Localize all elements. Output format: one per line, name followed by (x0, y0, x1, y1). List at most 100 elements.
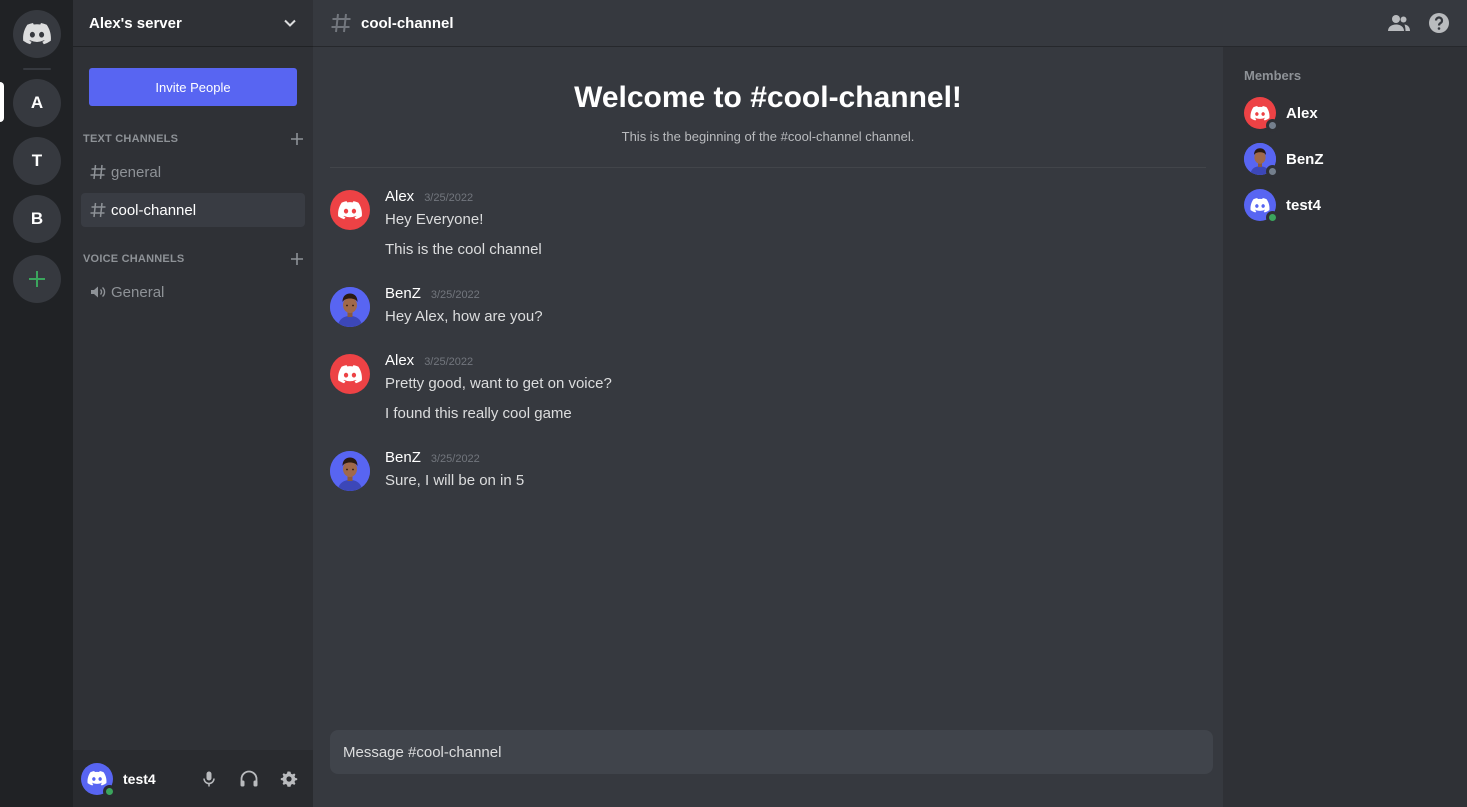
channel-name: cool-channel (111, 201, 197, 219)
channel-title: cool-channel (361, 14, 454, 32)
channel-item-cool-channel[interactable]: cool-channel (81, 193, 305, 227)
channel-name: general (111, 163, 162, 181)
invite-people-button[interactable]: Invite People (89, 68, 297, 106)
channel-header: cool-channel (313, 0, 1467, 47)
avatar (1244, 143, 1279, 178)
message-input[interactable] (343, 743, 1200, 761)
member-list: Members Alex BenZ test4 (1223, 47, 1467, 807)
server-name: Alex's server (89, 14, 182, 32)
server-initial: A (30, 93, 44, 112)
add-voice-channel-button[interactable] (289, 251, 305, 267)
microphone-icon (203, 771, 215, 786)
message-area[interactable]: Welcome to #cool-channel! This is the be… (313, 47, 1223, 807)
help-button[interactable] (1427, 11, 1451, 35)
message-timestamp: 3/25/2022 (424, 356, 474, 368)
rail-separator (23, 68, 51, 70)
avatar[interactable] (330, 354, 370, 394)
member-name: Alex (1286, 104, 1318, 122)
member-list-title: Members (1244, 68, 1302, 83)
message-author[interactable]: BenZ (385, 449, 421, 466)
discord-logo-icon (23, 23, 51, 45)
member-name: test4 (1286, 196, 1322, 214)
hashtag-icon (89, 201, 107, 219)
server-a-button[interactable]: A (13, 79, 61, 127)
message-author[interactable]: Alex (385, 188, 414, 205)
message-text: I found this really cool game (385, 405, 572, 422)
user-settings-button[interactable] (273, 763, 305, 795)
message-text: Sure, I will be on in 5 (385, 472, 525, 489)
online-status-dot (103, 784, 116, 798)
message-composer (330, 730, 1213, 774)
message-author[interactable]: BenZ (385, 285, 421, 302)
main-area: cool-channel Welcome to #cool-channel! T… (313, 0, 1467, 807)
server-rail: A T B (0, 0, 73, 807)
member-name: BenZ (1286, 150, 1324, 168)
headphones-icon (240, 770, 258, 786)
user-panel: test4 (73, 750, 313, 807)
add-server-button[interactable] (13, 255, 61, 303)
server-initial: B (30, 209, 44, 228)
help-icon (1429, 13, 1449, 33)
message-timestamp: 3/25/2022 (430, 453, 480, 465)
discord-logo-icon (1250, 197, 1270, 212)
discord-logo-icon (338, 200, 362, 219)
category-label: TEXT CHANNELS (83, 133, 179, 145)
member-item-test4[interactable]: test4 (1231, 184, 1459, 226)
message-group: BenZ 3/25/2022 Hey Alex, how are you? (330, 285, 1206, 332)
avatar[interactable] (81, 762, 116, 798)
server-t-button[interactable]: T (13, 137, 61, 185)
message-text: Hey Alex, how are you? (385, 308, 543, 325)
server-header[interactable]: Alex's server (73, 0, 313, 47)
category-label: VOICE CHANNELS (83, 253, 185, 265)
plus-icon (291, 253, 303, 265)
speaker-icon (89, 283, 107, 301)
message-group: Alex 3/25/2022 Pretty good, want to get … (330, 352, 1206, 434)
server-b-button[interactable]: B (13, 195, 61, 243)
avatar (1244, 189, 1279, 224)
offline-status-dot (1266, 119, 1279, 132)
message-timestamp: 3/25/2022 (424, 192, 474, 204)
deafen-button[interactable] (233, 763, 265, 795)
message-text: Hey Everyone! (385, 211, 484, 228)
divider (330, 167, 1206, 168)
member-item-alex[interactable]: Alex (1231, 92, 1459, 134)
person-avatar-icon (330, 287, 370, 327)
avatar (1244, 97, 1279, 132)
voice-channel-general[interactable]: General (81, 275, 305, 309)
members-icon (1388, 15, 1410, 31)
hashtag-icon (89, 163, 107, 181)
message-text: Pretty good, want to get on voice? (385, 375, 612, 392)
offline-status-dot (1266, 165, 1279, 178)
welcome-subtitle: This is the beginning of the #cool-chann… (621, 129, 915, 144)
message-group: Alex 3/25/2022 Hey Everyone! This is the… (330, 188, 1206, 270)
message-group: BenZ 3/25/2022 Sure, I will be on in 5 (330, 449, 1206, 496)
message-timestamp: 3/25/2022 (430, 289, 480, 301)
discord-logo-icon (338, 364, 362, 383)
person-avatar-icon (330, 451, 370, 491)
plus-icon (291, 133, 303, 145)
text-channels-category[interactable]: TEXT CHANNELS (83, 131, 305, 147)
add-text-channel-button[interactable] (289, 131, 305, 147)
plus-icon (29, 271, 45, 287)
member-list-toggle[interactable] (1387, 11, 1411, 35)
channel-item-general[interactable]: general (81, 155, 305, 189)
avatar[interactable] (330, 287, 370, 327)
message-author[interactable]: Alex (385, 352, 414, 369)
discord-logo-icon (1250, 105, 1270, 120)
message-text: This is the cool channel (385, 241, 542, 258)
member-item-benz[interactable]: BenZ (1231, 138, 1459, 180)
avatar[interactable] (330, 190, 370, 230)
channel-name: General (111, 283, 165, 301)
server-initial: T (31, 151, 43, 170)
hashtag-icon (331, 13, 351, 33)
mute-button[interactable] (193, 763, 225, 795)
selected-server-indicator (0, 82, 4, 122)
home-button[interactable] (13, 10, 61, 58)
channel-sidebar: Alex's server Invite People TEXT CHANNEL… (73, 0, 313, 807)
discord-logo-icon (87, 771, 107, 786)
voice-channels-category[interactable]: VOICE CHANNELS (83, 251, 305, 267)
chevron-down-icon (284, 19, 296, 27)
gear-icon (280, 771, 298, 787)
avatar[interactable] (330, 451, 370, 491)
online-status-dot (1266, 211, 1279, 224)
